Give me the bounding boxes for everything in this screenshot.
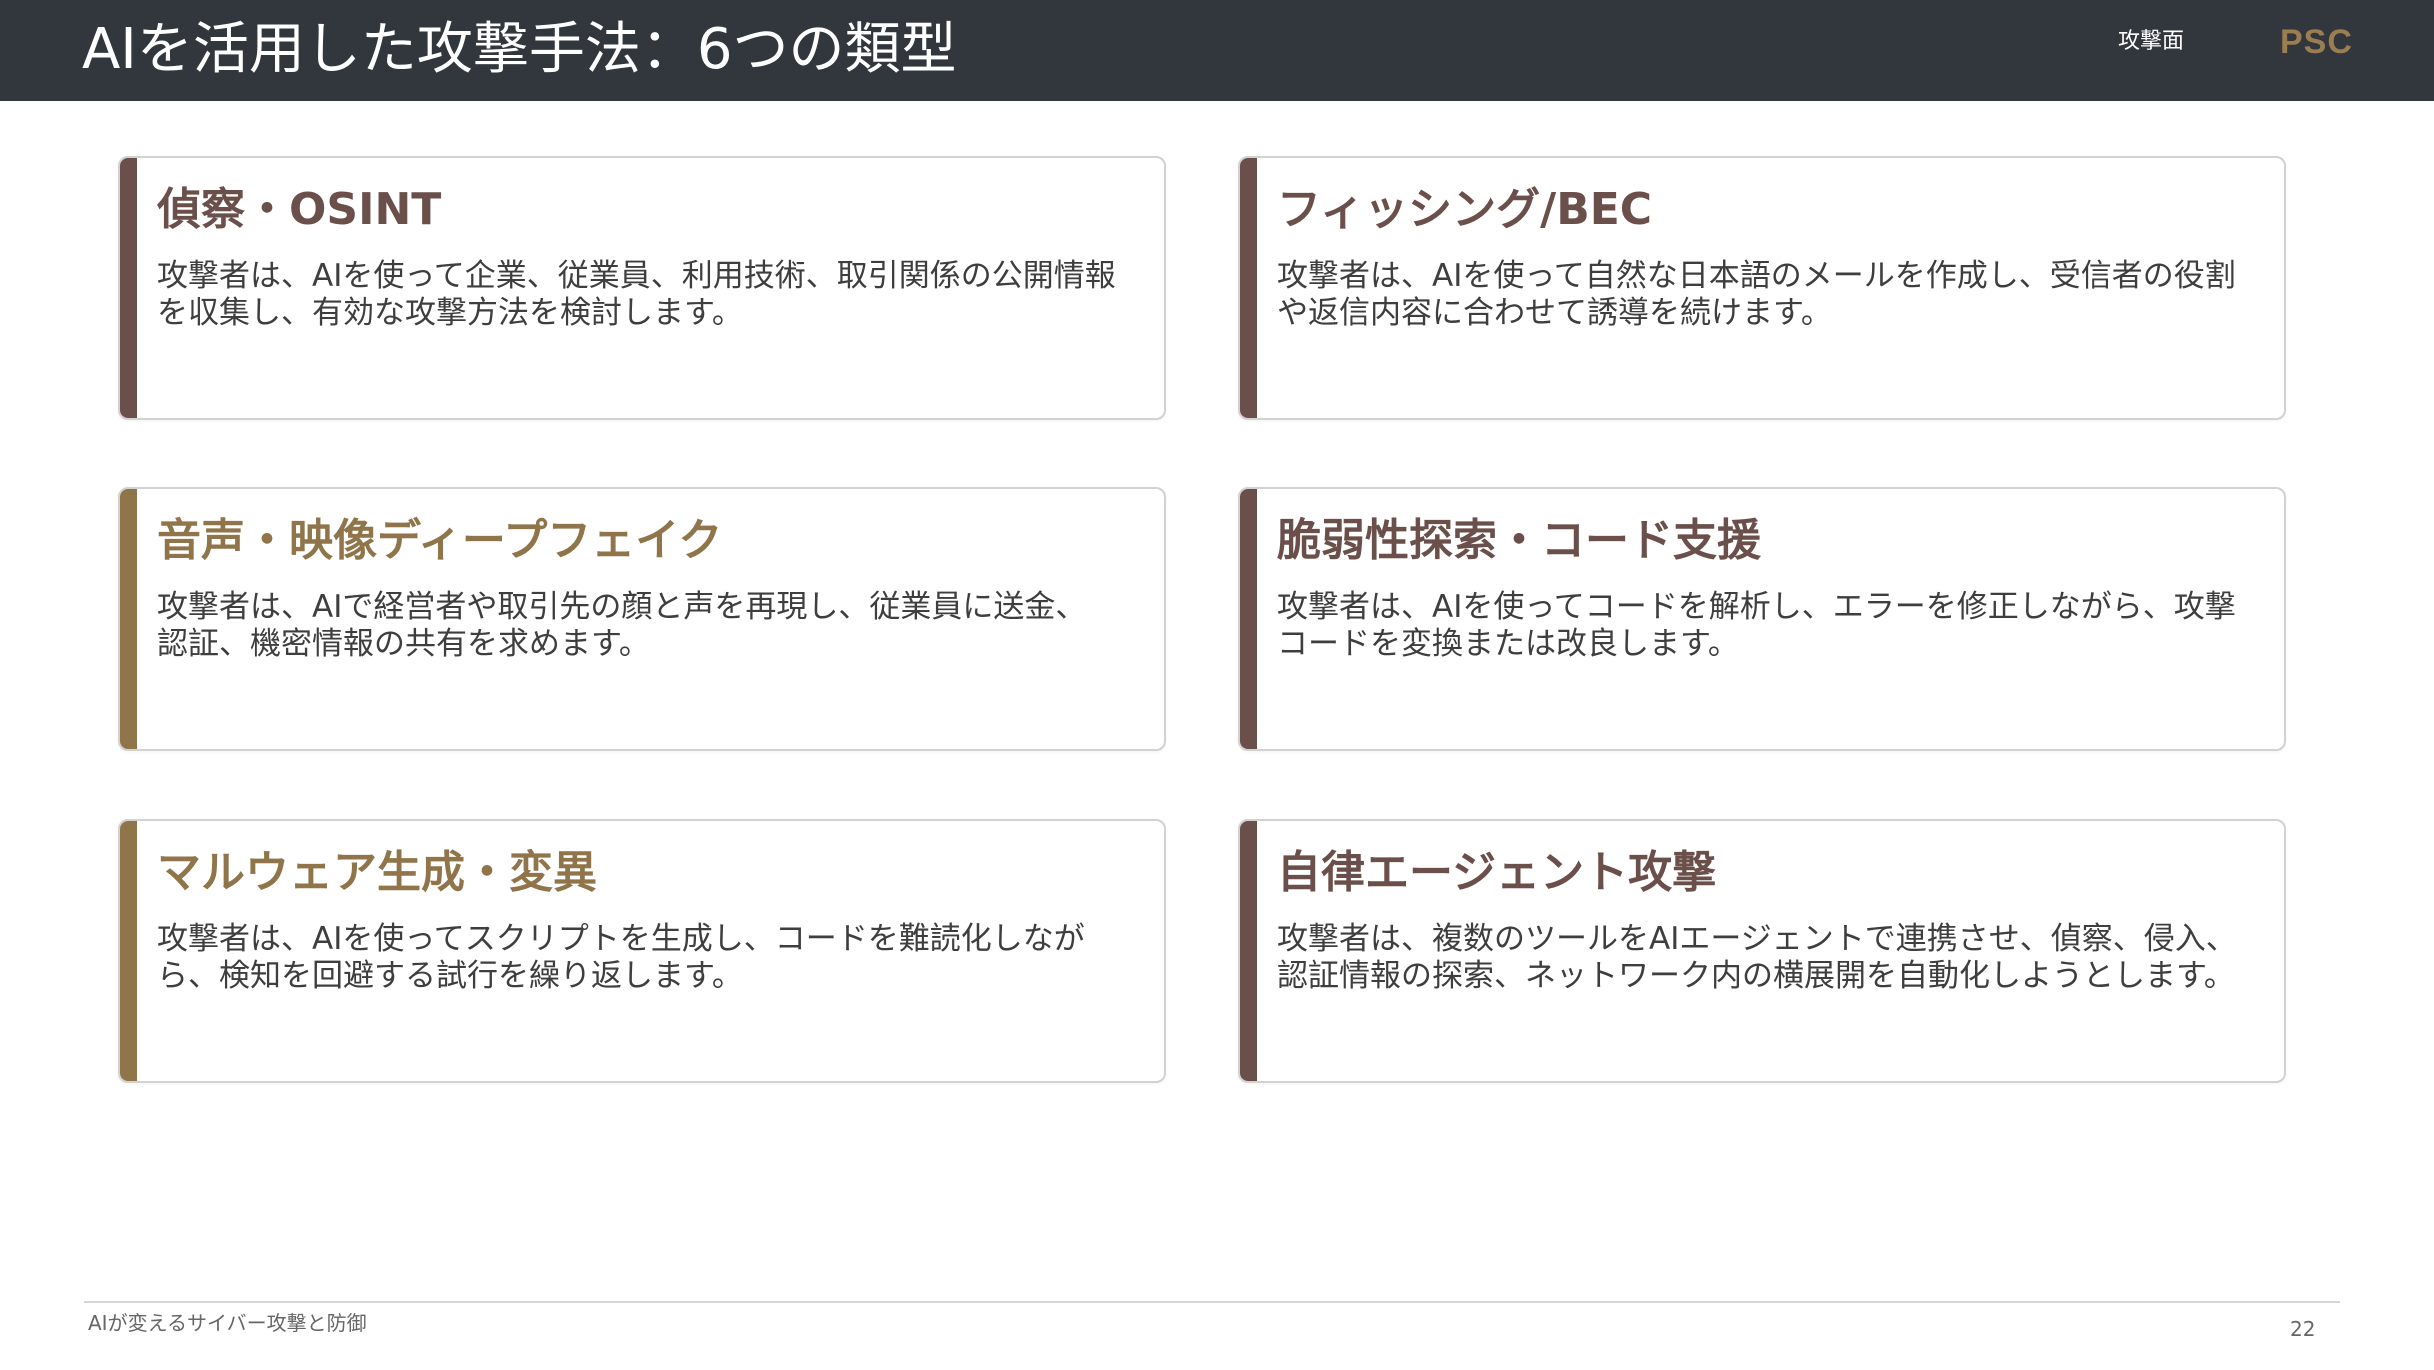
page-number: 22 — [2290, 1317, 2316, 1341]
card-title: 偵察・OSINT — [157, 184, 442, 235]
section-label: 攻撃面 — [2118, 29, 2185, 54]
card-malware-generation: マルウェア生成・変異 攻撃者は、AIを使ってスクリプトを生成し、コードを難読化し… — [118, 819, 1166, 1083]
card-vulnerability-code: 脆弱性探索・コード支援 攻撃者は、AIを使ってコードを解析し、エラーを修正しなが… — [1238, 487, 2286, 751]
card-title: 脆弱性探索・コード支援 — [1277, 515, 1761, 566]
card-description: 攻撃者は、AIを使って企業、従業員、利用技術、取引関係の公開情報を収集し、有効な… — [157, 258, 1116, 331]
card-autonomous-agent: 自律エージェント攻撃 攻撃者は、複数のツールをAIエージェントで連携させ、偵察、… — [1238, 819, 2286, 1083]
card-accent-bar — [120, 158, 137, 418]
card-reconnaissance-osint: 偵察・OSINT 攻撃者は、AIを使って企業、従業員、利用技術、取引関係の公開情… — [118, 156, 1166, 420]
card-title: 自律エージェント攻撃 — [1277, 847, 1717, 898]
card-accent-bar — [1240, 489, 1257, 749]
card-accent-bar — [1240, 821, 1257, 1081]
card-phishing-bec: フィッシング/BEC 攻撃者は、AIを使って自然な日本語のメールを作成し、受信者… — [1238, 156, 2286, 420]
slide-header: AIを活用した攻撃手法：6つの類型 攻撃面 PSC — [0, 0, 2434, 101]
card-description: 攻撃者は、AIを使ってスクリプトを生成し、コードを難読化しながら、検知を回避する… — [157, 921, 1085, 994]
card-description: 攻撃者は、複数のツールをAIエージェントで連携させ、偵察、侵入、認証情報の探索、… — [1277, 921, 2237, 994]
card-accent-bar — [120, 489, 137, 749]
footer-text: AIが変えるサイバー攻撃と防御 — [88, 1311, 367, 1335]
card-title: マルウェア生成・変異 — [157, 847, 597, 898]
card-accent-bar — [120, 821, 137, 1081]
card-description: 攻撃者は、AIを使ってコードを解析し、エラーを修正しながら、攻撃コードを変換また… — [1277, 589, 2236, 662]
card-title: 音声・映像ディープフェイク — [157, 515, 723, 566]
psc-logo: PSC — [2280, 23, 2353, 61]
slide-title: AIを活用した攻撃手法：6つの類型 — [82, 17, 957, 82]
card-accent-bar — [1240, 158, 1257, 418]
card-deepfake: 音声・映像ディープフェイク 攻撃者は、AIで経営者や取引先の顔と声を再現し、従業… — [118, 487, 1166, 751]
card-title: フィッシング/BEC — [1277, 184, 1653, 235]
footer-divider — [84, 1301, 2340, 1303]
card-description: 攻撃者は、AIで経営者や取引先の顔と声を再現し、従業員に送金、認証、機密情報の共… — [157, 589, 1087, 662]
card-description: 攻撃者は、AIを使って自然な日本語のメールを作成し、受信者の役割や返信内容に合わ… — [1277, 258, 2236, 331]
